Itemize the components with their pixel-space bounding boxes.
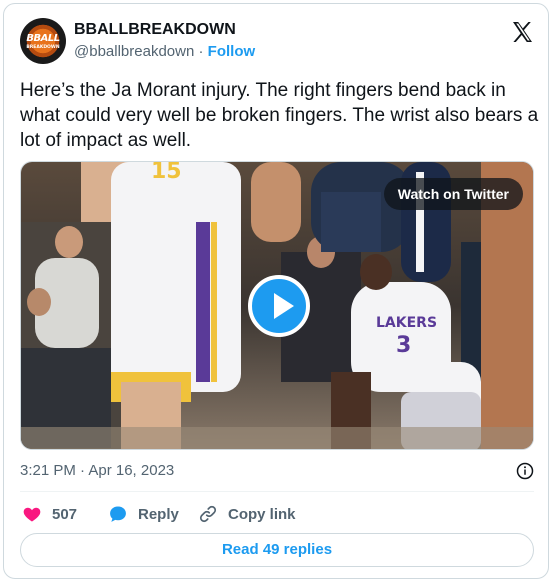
avatar[interactable]: BBALL BREAKDOWN [20,18,66,64]
timestamp[interactable]: 3:21 PM · Apr 16, 2023 [20,462,174,479]
reply-button[interactable]: Reply [108,501,179,527]
tweet-text: Here’s the Ja Morant injury. The right f… [20,80,539,151]
read-replies-button[interactable]: Read 49 replies [20,533,534,567]
tweet-header: BBALL BREAKDOWN BBALLBREAKDOWN @bballbre… [20,18,534,66]
account-name[interactable]: BBALLBREAKDOWN [74,21,236,39]
jersey-number-left: 15 [151,162,182,184]
separator-dot: · [198,43,204,60]
jersey-team: LAKERS [376,315,437,331]
timestamp-row: 3:21 PM · Apr 16, 2023 [20,462,534,484]
action-bar: 507 Reply Copy link [20,501,534,527]
reply-icon [110,506,126,522]
avatar-logo-text: BBALL [26,33,60,44]
avatar-logo-subtext: BREAKDOWN [26,45,60,50]
link-icon [199,505,217,523]
account-handle[interactable]: @bballbreakdown [74,43,194,60]
tweet-card: BBALL BREAKDOWN BBALLBREAKDOWN @bballbre… [3,3,549,579]
heart-icon [23,507,41,522]
info-icon[interactable] [516,462,534,480]
play-icon [274,293,294,319]
video-player[interactable]: 15 LAKERS 3 Watch on Twitter [20,161,534,450]
x-logo-icon[interactable] [510,20,534,44]
reply-label: Reply [138,505,179,523]
like-button[interactable]: 507 [22,501,77,527]
handle-row: @bballbreakdown · Follow [74,43,255,60]
divider [20,491,534,492]
like-count: 507 [52,505,78,523]
copy-link-label: Copy link [228,505,296,523]
copy-link-button[interactable]: Copy link [198,501,296,527]
follow-button[interactable]: Follow [208,43,256,60]
play-button[interactable] [248,275,310,337]
watch-on-twitter-button[interactable]: Watch on Twitter [383,178,523,210]
jersey-number-right: 3 [396,333,411,358]
